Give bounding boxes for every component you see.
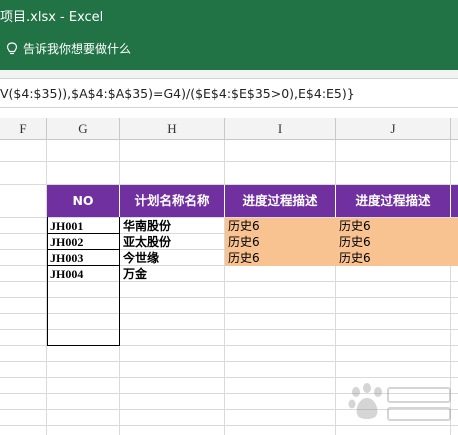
table-cell-name[interactable]: 今世缘 xyxy=(120,250,224,266)
column-header-k[interactable] xyxy=(451,118,458,140)
table-header-plan-name[interactable]: 计划名称名称 xyxy=(120,185,225,217)
column-g-border xyxy=(47,217,120,346)
title-bar: 项目.xlsx - Excel xyxy=(0,0,458,30)
table-cell-progress[interactable]: 历史6 xyxy=(225,250,336,266)
formula-gap xyxy=(0,108,458,118)
table-cell-progress[interactable]: 历史6 xyxy=(225,218,336,234)
table-header-no[interactable]: NO xyxy=(47,185,120,217)
table-cell-name[interactable]: 亚太股份 xyxy=(120,234,224,250)
table-cell-name[interactable]: 万金 xyxy=(120,266,224,282)
table-header-extra[interactable] xyxy=(451,185,458,217)
table-header-progress-1[interactable]: 进度过程描述 xyxy=(225,185,336,217)
table-cell-progress[interactable]: 历史6 xyxy=(336,218,458,234)
column-header-i[interactable]: I xyxy=(225,118,336,140)
tell-me-label: 告诉我你想要做什么 xyxy=(23,42,132,56)
table-cell-progress[interactable]: 历史6 xyxy=(336,250,458,266)
column-header-j[interactable]: J xyxy=(336,118,451,140)
column-header-h[interactable]: H xyxy=(120,118,225,140)
gridline xyxy=(0,161,458,162)
table-cell-progress[interactable]: 历史6 xyxy=(225,234,336,250)
formula-bar[interactable]: V($4:$35)),$A$4:$A$35)=G4)/($E$4:$E$35>0… xyxy=(0,78,458,108)
window-title: 项目.xlsx - Excel xyxy=(0,10,104,25)
ribbon-bar: 告诉我你想要做什么 xyxy=(0,30,458,70)
lightbulb-icon xyxy=(6,41,18,54)
column-header-f[interactable]: F xyxy=(0,118,47,140)
gridline xyxy=(0,361,458,362)
table-header-progress-2[interactable]: 进度过程描述 xyxy=(336,185,451,217)
table-cell-progress[interactable]: 历史6 xyxy=(336,234,458,250)
row-border xyxy=(47,265,120,266)
baidu-paw-icon xyxy=(348,383,451,421)
column-h-left-border xyxy=(119,217,120,346)
table-cell-name[interactable]: 华南股份 xyxy=(120,218,224,234)
row-border xyxy=(47,249,120,250)
formula-text: V($4:$35)),$A$4:$A$35)=G4)/($E$4:$E$35>0… xyxy=(0,86,355,101)
row-border xyxy=(47,233,120,234)
tell-me-search[interactable]: 告诉我你想要做什么 xyxy=(6,40,131,57)
column-header-g[interactable]: G xyxy=(47,118,120,140)
ribbon-gap xyxy=(0,70,458,78)
